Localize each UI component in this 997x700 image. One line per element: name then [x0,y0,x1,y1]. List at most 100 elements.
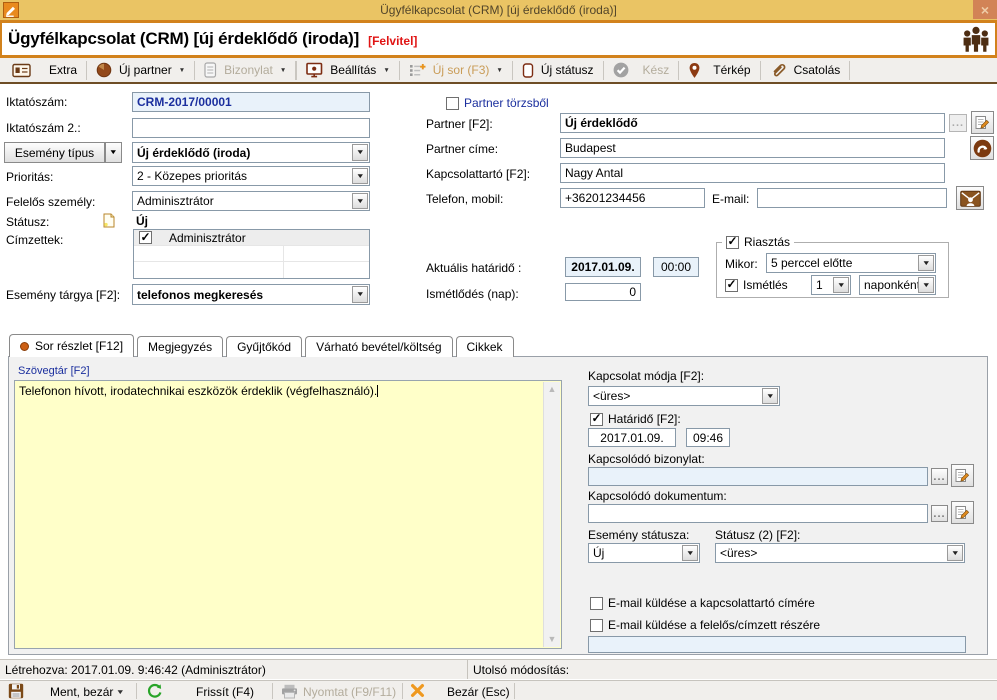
record-id2-field[interactable] [132,118,370,138]
voucher-lookup-button[interactable]: ... [931,468,948,485]
dropdown-button[interactable]: ▼ [352,193,368,209]
alert-when-select[interactable]: 5 perccel előtte ▼ [766,253,936,273]
detail-deadline-date-field[interactable]: 2017.01.09. [588,428,676,447]
related-document-field[interactable] [588,504,928,523]
alert-repeat-checkbox-row[interactable]: ✓ Ismétlés [725,278,788,292]
scroll-down-icon[interactable]: ▼ [544,632,560,647]
partner-master-checkbox[interactable] [446,97,459,110]
partner-lookup-button[interactable]: ... [949,114,967,132]
event-status-label: Esemény státusza: [588,528,689,542]
email-info-field[interactable] [588,636,966,653]
address-link-button[interactable] [970,136,994,160]
alert-checkbox-row[interactable]: ✓ Riasztás [722,235,794,249]
recipient-row-empty[interactable] [134,246,369,262]
window-title: Ügyfélkapcsolat (CRM) [új érdeklődő (iro… [0,3,997,17]
toolbar-attach-button[interactable]: Csatolás [761,59,850,81]
related-voucher-label: Kapcsolódó bizonylat: [588,452,705,466]
record-id-field[interactable]: CRM-2017/00001 [132,92,370,112]
contact-mode-select[interactable]: <üres> ▼ [588,386,780,406]
contact-card-button[interactable] [3,59,40,81]
event-type-dropdown-button[interactable]: ▼ [105,142,122,163]
save-icon[interactable] [8,683,24,699]
contact-field[interactable]: Nagy Antal [560,163,945,183]
tab-megjegyzes[interactable]: Megjegyzés [137,336,223,357]
dropdown-button[interactable]: ▼ [833,277,849,293]
chevron-down-icon: ▼ [383,67,389,74]
dropdown-button[interactable]: ▼ [352,168,368,184]
toolbar-voucher-button[interactable]: Bizonylat ▼ [195,59,295,81]
record-id-label: Iktatószám: [6,95,67,109]
document-lookup-button[interactable]: ... [931,505,948,522]
email-field[interactable] [757,188,947,208]
recipient-name: Adminisztrátor [169,231,246,245]
note-textarea[interactable]: Telefonon hívott, irodatechnikai eszközö… [14,380,562,649]
phone-field[interactable]: +36201234456 [560,188,705,208]
alert-repeat-label: Ismétlés [743,278,788,292]
dropdown-button[interactable]: ▼ [352,144,368,161]
event-status-select[interactable]: Új ▼ [588,543,700,563]
email-responsible-checkbox-row[interactable]: E-mail küldése a felelős/címzett részére [590,618,820,632]
dropdown-button[interactable]: ▼ [682,545,698,561]
send-email-button[interactable] [956,186,984,210]
status2-select[interactable]: <üres> ▼ [715,543,965,563]
tab-gyujtokod[interactable]: Gyűjtőkód [226,336,302,357]
close-button[interactable]: × [973,0,997,19]
voucher-edit-button[interactable] [951,464,974,487]
responsible-select[interactable]: Adminisztrátor ▼ [132,191,370,211]
toolbar-new-status-button[interactable]: Új státusz [513,59,603,81]
status-note-icon[interactable] [103,213,115,228]
dropdown-button[interactable]: ▼ [918,277,934,293]
alert-checkbox[interactable]: ✓ [726,236,739,249]
email-responsible-checkbox[interactable] [590,619,603,632]
chevron-down-icon: ▼ [280,67,286,74]
partner-field[interactable]: Új érdeklődő [560,113,945,133]
detail-deadline-checkbox[interactable]: ✓ [590,413,603,426]
email-contact-checkbox-row[interactable]: E-mail küldése a kapcsolattartó címére [590,596,815,610]
memo-scrollbar[interactable]: ▲ ▼ [543,382,560,647]
alert-repeat-unit-select[interactable]: naponként ▼ [859,275,936,295]
recipient-row[interactable]: ✓ Adminisztrátor [134,230,369,246]
close-form-button[interactable]: Bezár (Esc) [447,685,510,699]
created-text: Létrehozva: 2017.01.09. 9:46:42 (Adminis… [5,663,266,677]
document-edit-button[interactable] [951,501,974,524]
dropdown-button[interactable]: ▼ [762,388,778,404]
event-type-select[interactable]: Új érdeklődő (iroda) ▼ [132,142,370,163]
check-icon: ✓ [591,412,601,424]
dropdown-button[interactable]: ▼ [352,286,368,303]
tab-varhato-bevetel[interactable]: Várható bevétel/költség [305,336,452,357]
close-x-icon[interactable] [410,683,425,698]
toolbar-map-button[interactable]: Térkép [679,59,759,81]
priority-select[interactable]: 2 - Közepes prioritás ▼ [132,166,370,186]
detail-deadline-time-field[interactable]: 09:46 [686,428,730,447]
detail-deadline-checkbox-row[interactable]: ✓ Határidő [F2]: [590,412,681,426]
save-close-button[interactable]: Ment, bezár▼ [50,685,124,699]
partner-edit-button[interactable] [971,111,994,134]
alert-repeat-count-select[interactable]: 1 ▼ [811,275,851,295]
partner-address-field[interactable]: Budapest [560,138,945,158]
toolbar-new-partner-button[interactable]: Új partner ▼ [87,59,194,81]
tab-sor-reszlet[interactable]: Sor részlet [F12] [9,334,134,357]
toolbar-new-row-button[interactable]: Új sor (F3) ▼ [400,59,512,81]
toolbar-extra-button[interactable]: Extra [40,59,86,81]
refresh-button[interactable]: Frissít (F4) [196,685,254,699]
partner-master-checkbox-row[interactable]: Partner törzsből [446,96,549,110]
email-contact-checkbox[interactable] [590,597,603,610]
event-type-button[interactable]: Esemény típus [4,142,105,163]
alert-repeat-checkbox[interactable]: ✓ [725,279,738,292]
toolbar-done-button[interactable]: Kész [604,59,679,81]
subject-select[interactable]: telefonos megkeresés ▼ [132,284,370,305]
recurrence-field[interactable]: 0 [565,283,641,301]
recipient-checkbox[interactable]: ✓ [139,231,152,244]
scroll-up-icon[interactable]: ▲ [544,382,560,397]
toolbar-settings-button[interactable]: Beállítás ▼ [297,59,398,81]
deadline-date-field[interactable]: 2017.01.09. [565,257,641,277]
refresh-icon[interactable] [147,683,163,699]
dropdown-button[interactable]: ▼ [947,545,963,561]
related-voucher-field[interactable] [588,467,928,486]
recipient-row-empty[interactable] [134,262,369,278]
tab-cikkek[interactable]: Cikkek [456,336,514,357]
dropdown-button[interactable]: ▼ [918,255,934,271]
recipients-listbox[interactable]: ✓ Adminisztrátor [133,229,370,279]
deadline-time-field[interactable]: 00:00 [653,257,699,277]
textbank-link[interactable]: Szövegtár [F2] [18,365,90,377]
